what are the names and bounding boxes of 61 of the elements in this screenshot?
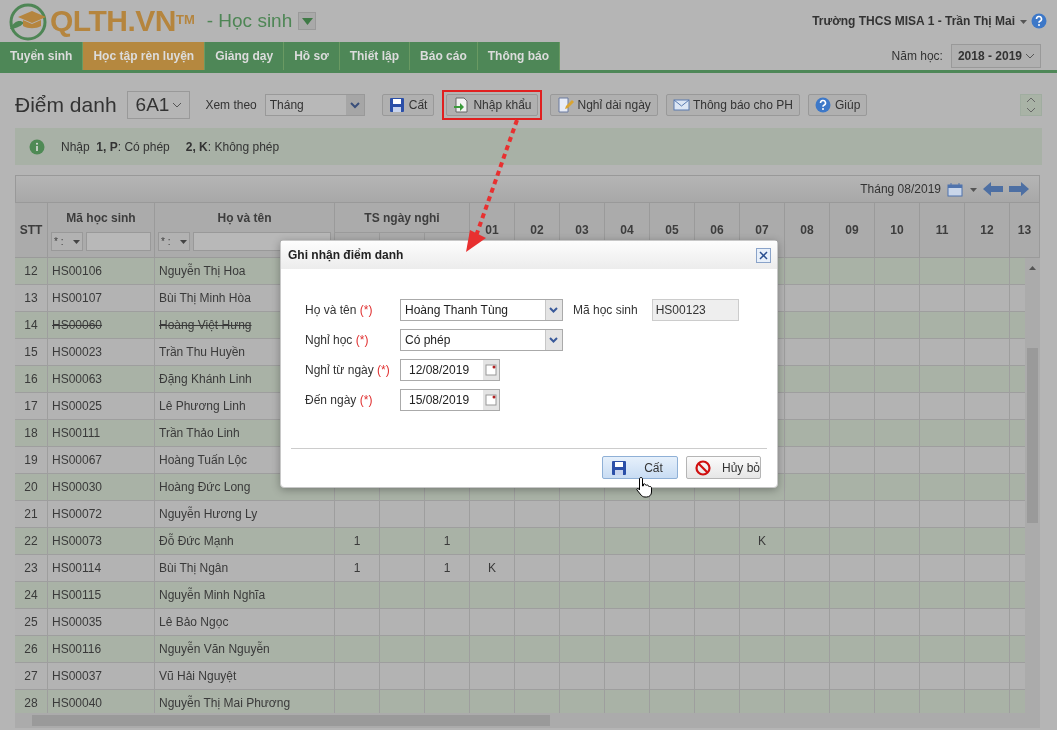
calendar-icon — [483, 360, 499, 380]
help-icon[interactable] — [1031, 13, 1047, 29]
caret-icon — [301, 17, 313, 25]
calendar-icon — [947, 181, 963, 197]
caret-icon — [73, 239, 80, 244]
filter-operator-select[interactable]: * : — [51, 232, 83, 252]
up-arrow-icon — [1029, 266, 1036, 270]
select-field[interactable]: Có phép — [400, 329, 563, 351]
dialog-button[interactable]: Hủy bỏ — [686, 456, 761, 479]
vertical-scrollbar[interactable] — [1025, 258, 1040, 716]
column-header: Họ và tên — [217, 209, 272, 227]
date-field[interactable]: 12/08/2019 — [400, 359, 500, 381]
caret-icon — [180, 239, 187, 244]
expand-collapse-icon — [1026, 97, 1036, 113]
legend-text: Nhập 1, P: Có phép — [61, 138, 170, 156]
readonly-field: HS00123 — [651, 299, 739, 321]
column-header: TS ngày nghỉ — [335, 203, 470, 233]
chevron-icon — [1026, 53, 1034, 59]
legend-text: 2, K: Không phép — [185, 138, 280, 156]
toolbar-button[interactable]: Nhập khẩu — [446, 94, 539, 116]
module-dropdown-button[interactable] — [298, 12, 317, 30]
toolbar-button[interactable]: Thông báo cho PH — [665, 94, 800, 116]
dialog-button[interactable]: Cất — [602, 456, 678, 479]
page-title: Điểm danh — [15, 92, 117, 119]
right-arrow-icon[interactable] — [1009, 182, 1029, 196]
horizontal-scrollbar[interactable] — [15, 713, 1040, 728]
year-label: Năm học: — [891, 48, 943, 65]
caret-icon — [969, 186, 977, 192]
toolbar-button[interactable]: Cất — [381, 94, 435, 116]
column-header: Mã học sinh — [66, 209, 136, 227]
trademark-text: TM — [175, 12, 195, 27]
document-arrow-icon — [453, 97, 471, 113]
toolbar-button[interactable]: Nghỉ dài ngày — [550, 94, 658, 116]
save-icon — [611, 459, 628, 476]
period-label[interactable]: Tháng 08/2019 — [860, 180, 941, 198]
info-icon — [29, 138, 45, 155]
date-field[interactable]: 15/08/2019 — [400, 389, 500, 411]
logo-text: QLTH.VN — [50, 6, 176, 36]
collapse-button[interactable] — [1020, 94, 1042, 116]
calendar-icon — [483, 390, 499, 410]
filter-input[interactable] — [86, 232, 151, 252]
year-select[interactable]: 2018 - 2019 — [950, 44, 1041, 68]
document-pencil-icon — [557, 97, 575, 113]
filter-operator-select[interactable]: * : — [158, 232, 190, 252]
prohibited-icon — [695, 459, 712, 476]
envelope-icon — [672, 97, 690, 113]
help-icon — [814, 97, 832, 113]
field-label: Mã học sinh — [573, 302, 638, 319]
close-button[interactable] — [756, 247, 771, 263]
module-title: - Học sinh — [206, 8, 293, 33]
class-select[interactable]: 6A1 — [126, 91, 191, 119]
view-label: Xem theo — [205, 97, 257, 114]
user-menu[interactable]: Trường THCS MISA 1 - Trần Thị Mai — [812, 12, 1015, 30]
save-icon — [388, 97, 406, 113]
toolbar-button[interactable]: Giúp — [807, 94, 868, 116]
caret-icon — [1019, 18, 1027, 24]
chevron-icon — [173, 102, 182, 108]
left-arrow-icon[interactable] — [983, 182, 1003, 196]
view-select[interactable]: Tháng — [264, 94, 365, 116]
select-field[interactable]: Hoàng Thanh Tùng — [400, 299, 563, 321]
close-icon — [759, 250, 768, 260]
